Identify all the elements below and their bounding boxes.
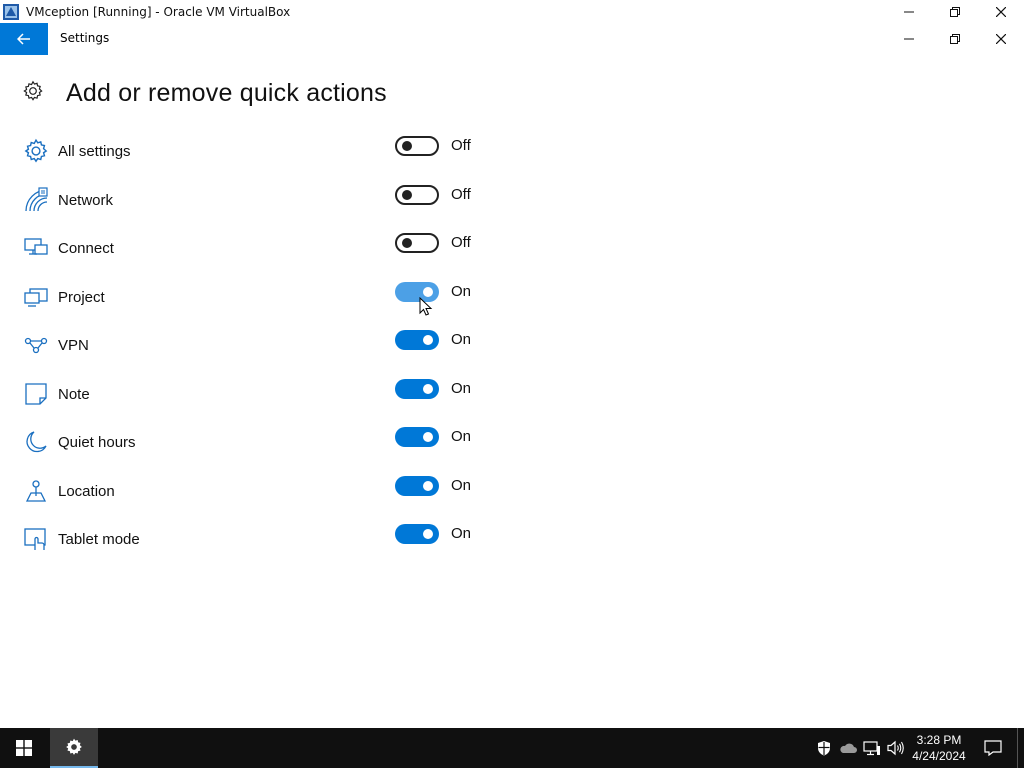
quick-action-row: Network Off (22, 184, 502, 216)
app-restore-button[interactable] (932, 23, 978, 55)
onedrive-tray-button[interactable] (836, 728, 860, 768)
defender-tray-button[interactable] (812, 728, 836, 768)
toggle-state-label: Off (451, 185, 471, 203)
taskbar: 3:28 PM 4/24/2024 (0, 728, 1024, 768)
minimize-icon (904, 11, 914, 12)
project-icon (22, 283, 50, 311)
action-center-icon (984, 740, 1002, 756)
quick-action-label: Note (58, 385, 90, 403)
mouse-cursor-icon (419, 297, 433, 316)
toggle-knob (423, 286, 433, 297)
quick-action-label: Tablet mode (58, 531, 140, 548)
close-icon (996, 6, 1006, 17)
minimize-icon (904, 38, 914, 40)
taskbar-clock[interactable]: 3:28 PM 4/24/2024 (900, 732, 978, 764)
toggle-knob (423, 529, 433, 539)
quick-action-row: All settings Off (22, 136, 502, 167)
all-settings-gear-icon (22, 137, 50, 165)
connect-icon (22, 234, 50, 262)
settings-app-titlebar: Settings (0, 23, 1024, 55)
clock-date: 4/24/2024 (912, 749, 966, 763)
host-close-button[interactable] (978, 0, 1024, 23)
quick-action-row: VPN On (22, 330, 502, 361)
settings-taskbar-icon (66, 738, 82, 755)
toggle-knob (402, 238, 412, 248)
network-tray-icon (863, 741, 880, 756)
quick-action-row: Quiet hours On (22, 427, 502, 458)
back-arrow-icon (17, 33, 30, 45)
quick-action-label: VPN (58, 337, 89, 354)
virtualbox-logo-icon (2, 3, 20, 21)
network-icon (22, 186, 50, 214)
toggle-state-label: On (451, 428, 472, 445)
vpn-icon (22, 331, 50, 359)
quick-action-row: Note On (22, 378, 502, 410)
action-center-button[interactable] (978, 728, 1008, 768)
toggle-knob (423, 335, 433, 345)
host-window-titlebar: VMception [Running] - Oracle VM VirtualB… (0, 0, 1024, 23)
show-desktop-button[interactable] (1017, 728, 1024, 768)
restore-icon (950, 6, 960, 17)
quick-action-toggle[interactable] (395, 475, 439, 496)
tablet-mode-icon (22, 525, 50, 553)
windows-logo-icon (16, 740, 32, 756)
quick-action-toggle[interactable] (395, 378, 439, 399)
host-window-title: VMception [Running] - Oracle VM VirtualB… (26, 4, 291, 19)
toggle-state-label: On (451, 379, 472, 397)
quick-action-label: Quiet hours (58, 434, 136, 451)
app-close-button[interactable] (978, 23, 1024, 55)
onedrive-cloud-icon (840, 743, 857, 753)
note-icon (22, 380, 50, 408)
toggle-knob (402, 189, 412, 200)
toggle-state-label: Off (451, 234, 471, 251)
app-title: Settings (60, 31, 110, 45)
back-button[interactable] (0, 23, 48, 55)
toggle-knob (423, 383, 433, 394)
quick-action-row: Location On (22, 475, 502, 507)
clock-time: 3:28 PM (916, 733, 962, 747)
toggle-knob (423, 432, 433, 442)
quick-action-label: Location (58, 482, 115, 500)
defender-shield-icon (818, 741, 830, 756)
location-icon (22, 477, 50, 505)
page-header: Add or remove quick actions (22, 77, 387, 109)
quick-action-label: All settings (58, 143, 131, 160)
host-minimize-button[interactable] (886, 0, 932, 23)
start-button[interactable] (0, 728, 48, 768)
toggle-state-label: On (451, 525, 472, 542)
toggle-state-label: On (451, 331, 472, 348)
host-restore-button[interactable] (932, 0, 978, 23)
quick-action-label: Project (58, 288, 105, 306)
restore-icon (950, 34, 960, 44)
close-icon (996, 34, 1006, 44)
toggle-knob (402, 141, 412, 151)
quick-action-row: Connect Off (22, 233, 502, 264)
network-tray-button[interactable] (860, 728, 884, 768)
quick-action-toggle[interactable] (395, 184, 439, 205)
moon-icon (22, 428, 50, 456)
toggle-state-label: On (451, 282, 472, 300)
toggle-state-label: On (451, 476, 472, 494)
toggle-state-label: Off (451, 137, 471, 154)
quick-action-toggle[interactable] (395, 136, 439, 156)
toggle-knob (423, 480, 433, 491)
page-title: Add or remove quick actions (66, 78, 387, 107)
quick-action-label: Connect (58, 240, 114, 257)
quick-action-toggle[interactable] (395, 233, 439, 253)
quick-action-toggle[interactable] (395, 427, 439, 447)
settings-taskbar-button[interactable] (50, 728, 98, 768)
gear-icon (22, 80, 44, 106)
app-minimize-button[interactable] (886, 23, 932, 55)
quick-action-toggle[interactable] (395, 524, 439, 544)
quick-action-toggle[interactable] (395, 330, 439, 350)
quick-action-label: Network (58, 191, 114, 209)
system-tray (812, 728, 908, 768)
quick-action-row: Tablet mode On (22, 524, 502, 555)
